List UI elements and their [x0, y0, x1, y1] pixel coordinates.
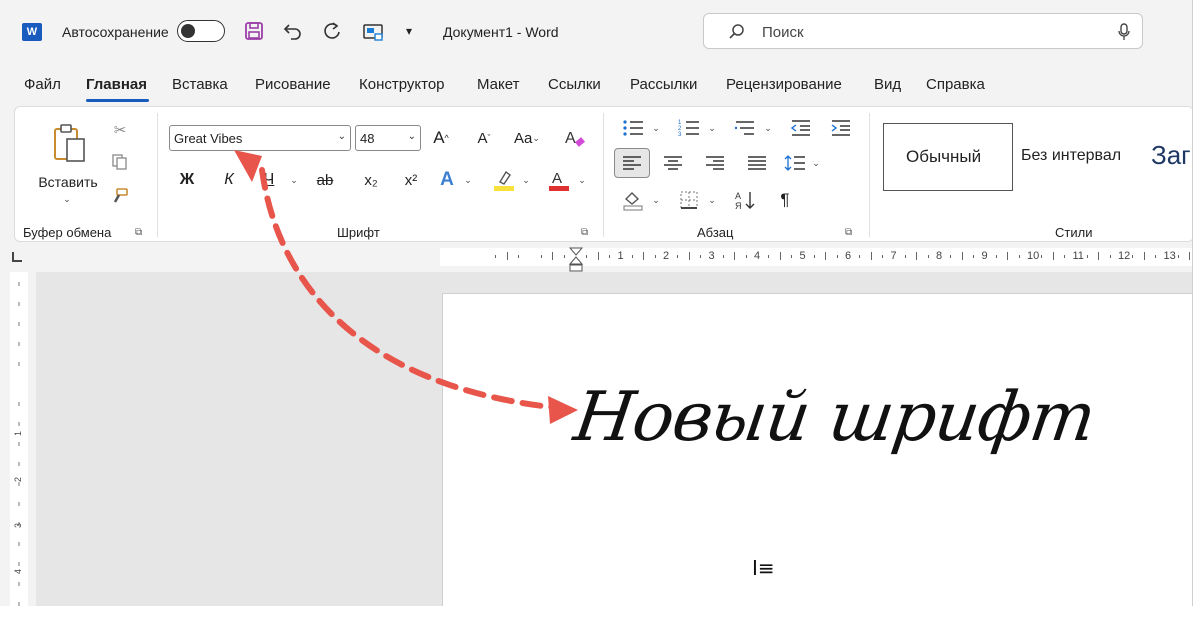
- word-window: W Автосохранение ▾ Документ1 - Word Поис…: [0, 0, 1193, 616]
- annotation-arrow: [234, 150, 578, 424]
- torn-edge: [0, 606, 1200, 623]
